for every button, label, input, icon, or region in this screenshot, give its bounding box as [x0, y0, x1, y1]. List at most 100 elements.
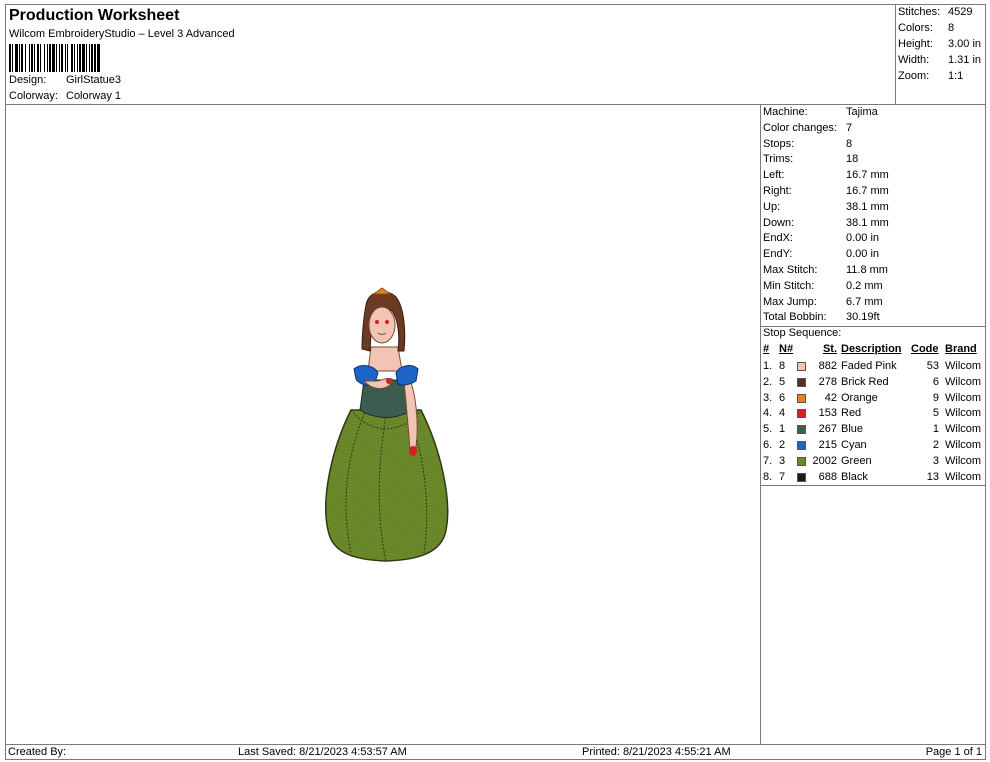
stop-number: 6. — [763, 439, 773, 451]
color-code: 2 — [932, 439, 939, 451]
detail-value: 16.7 mm — [846, 169, 889, 182]
color-swatch — [797, 393, 806, 403]
detail-row: EndY: 0.00 in — [761, 247, 985, 263]
summary-row-height: Height: 3.00 in — [896, 37, 985, 53]
detail-label: Trims: — [763, 153, 794, 166]
detail-value: 18 — [846, 153, 859, 166]
barcode-bar — [65, 44, 66, 72]
barcode — [9, 44, 100, 72]
stitch-count: 267 — [818, 423, 837, 436]
barcode-bar — [34, 44, 35, 72]
detail-value: 0.00 in — [846, 248, 880, 261]
stitch-count: 278 — [818, 375, 837, 388]
stop-sequence-row: 8. 7 688 Black 13 Wilcom — [761, 470, 985, 486]
page-number: Page 1 of 1 — [925, 746, 982, 758]
created-by: Created By: — [8, 746, 67, 758]
thread-brand: Wilcom — [945, 391, 982, 404]
detail-row: Down: 38.1 mm — [761, 216, 985, 232]
barcode-bar — [59, 44, 60, 72]
color-swatch — [797, 377, 806, 387]
thread-brand: Wilcom — [945, 407, 982, 420]
colorway-label: Colorway: — [9, 90, 58, 102]
stop-number: 8. — [763, 470, 773, 483]
summary-value: 1:1 — [948, 70, 964, 82]
detail-value: 0.2 mm — [846, 279, 883, 292]
color-swatch — [797, 409, 806, 419]
color-code: 6 — [932, 375, 939, 388]
summary-row-colors: Colors: 8 — [896, 21, 985, 37]
summary-label: Stitches: — [898, 6, 941, 18]
thread-brand: Wilcom — [945, 360, 982, 372]
stop-sequence-row: 7. 3 2002 Green 3 Wilcom — [761, 454, 985, 470]
barcode-bar — [49, 44, 51, 72]
color-description: Green — [841, 454, 872, 467]
detail-label: Left: — [763, 169, 785, 182]
detail-label: Max Jump: — [763, 295, 817, 308]
detail-label: Machine: — [763, 106, 808, 118]
thread-brand: Wilcom — [945, 423, 982, 436]
design-preview-canvas — [5, 104, 761, 745]
barcode-bar — [25, 44, 26, 72]
summary-row-zoom: Zoom: 1:1 — [896, 69, 985, 85]
detail-label: EndY: — [763, 248, 793, 261]
color-description: Orange — [841, 391, 878, 404]
barcode-bar — [74, 44, 75, 72]
detail-value: 6.7 mm — [846, 295, 883, 308]
barcode-bar — [89, 44, 90, 72]
barcode-bar — [9, 44, 11, 72]
stop-sequence-row: 6. 2 215 Cyan 2 Wilcom — [761, 438, 985, 454]
summary-row-width: Width: 1.31 in — [896, 53, 985, 69]
stop-sequence-row: 3. 6 42 Orange 9 Wilcom — [761, 391, 985, 407]
barcode-bar — [52, 44, 55, 72]
stitch-count: 882 — [818, 360, 837, 372]
color-swatch — [797, 425, 806, 435]
detail-label: Color changes: — [763, 121, 837, 134]
color-swatch — [797, 456, 806, 466]
stop-sequence-row: 1. 8 882 Faded Pink 53 Wilcom — [761, 359, 985, 375]
detail-label: Up: — [763, 200, 781, 213]
stop-number: 3. — [763, 391, 773, 404]
summary-label: Zoom: — [898, 70, 930, 82]
needle-number: 6 — [779, 391, 786, 404]
detail-row: Machine: Tajima — [761, 105, 985, 121]
detail-label: EndX: — [763, 232, 793, 245]
software-name: Wilcom EmbroideryStudio – Level 3 Advanc… — [9, 28, 235, 40]
col-header-description: Description — [841, 343, 902, 355]
needle-number: 4 — [779, 407, 786, 420]
needle-number: 7 — [779, 470, 786, 483]
design-label: Design: — [9, 74, 47, 86]
printed-date: Printed: 8/21/2023 4:55:21 AM — [582, 746, 731, 758]
detail-label: Right: — [763, 185, 792, 197]
color-description: Blue — [841, 423, 864, 436]
barcode-bar — [29, 44, 30, 72]
stop-sequence-row: 4. 4 153 Red 5 Wilcom — [761, 406, 985, 422]
stop-number: 1. — [763, 360, 773, 372]
barcode-bar — [86, 44, 87, 72]
design-summary: Stitches: 4529 Colors: 8 Height: 3.00 in… — [895, 4, 986, 105]
color-code: 53 — [926, 360, 939, 372]
summary-value: 4529 — [948, 6, 973, 18]
barcode-bar — [12, 44, 13, 72]
detail-row: Max Stitch: 11.8 mm — [761, 263, 985, 279]
detail-label: Total Bobbin: — [763, 311, 827, 324]
color-code: 13 — [926, 470, 939, 483]
color-swatch — [797, 441, 806, 450]
stitch-count: 215 — [818, 439, 837, 451]
detail-label: Down: — [763, 216, 795, 229]
color-description: Cyan — [841, 439, 867, 451]
color-description: Black — [841, 470, 868, 483]
worksheet-header: Production Worksheet Wilcom EmbroiderySt… — [5, 4, 896, 105]
barcode-bar — [19, 44, 20, 72]
summary-value: 1.31 in — [948, 54, 982, 66]
col-header-brand: Brand — [945, 343, 977, 355]
barcode-bar — [97, 44, 100, 72]
barcode-bar — [77, 44, 78, 72]
stop-sequence-title: Stop Sequence: — [763, 327, 842, 339]
summary-label: Width: — [898, 54, 930, 66]
stitch-count: 42 — [824, 391, 837, 404]
summary-row-stitches: Stitches: 4529 — [896, 5, 985, 21]
worksheet-footer: Created By: Last Saved: 8/21/2023 4:53:5… — [5, 744, 986, 760]
barcode-bar — [15, 44, 18, 72]
thread-brand: Wilcom — [945, 470, 982, 483]
detail-row: Up: 38.1 mm — [761, 200, 985, 216]
